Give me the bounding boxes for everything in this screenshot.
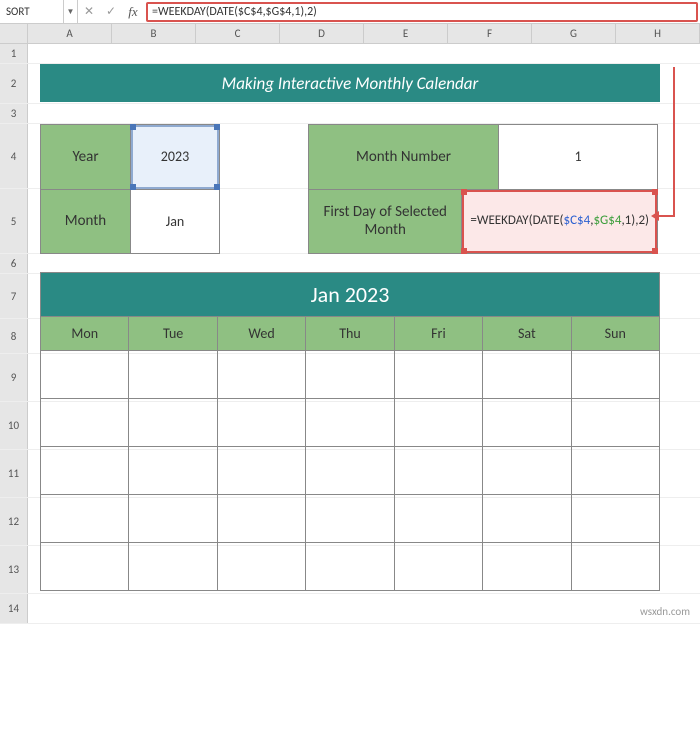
- row-header-5[interactable]: 5: [0, 189, 28, 253]
- calendar-cell[interactable]: [306, 447, 394, 494]
- calendar-cell[interactable]: [395, 447, 483, 494]
- row-header-12[interactable]: 12: [0, 498, 28, 545]
- calendar-cell[interactable]: [572, 351, 659, 398]
- calendar-cell[interactable]: [218, 495, 306, 542]
- calendar-cell[interactable]: [572, 447, 659, 494]
- day-wed: Wed: [218, 317, 306, 350]
- annotation-arrow-head-icon: [651, 211, 659, 221]
- column-headers: A B C D E F G H: [0, 24, 700, 44]
- cancel-icon[interactable]: ✕: [78, 0, 100, 23]
- col-header-h[interactable]: H: [616, 24, 700, 43]
- day-mon: Mon: [41, 317, 129, 350]
- calendar-cell[interactable]: [395, 351, 483, 398]
- calendar-weekday-header: Mon Tue Wed Thu Fri Sat Sun: [41, 316, 659, 350]
- spreadsheet-grid[interactable]: 1 2 3 4 5 6 7 8 9 10 11 12 13 14 Making …: [0, 44, 700, 624]
- calendar-cell[interactable]: [483, 543, 571, 590]
- calendar-week-row: [41, 542, 659, 590]
- row-header-8[interactable]: 8: [0, 319, 28, 353]
- calendar-cell[interactable]: [218, 447, 306, 494]
- month-label: Month: [41, 190, 131, 254]
- calendar-week-row: [41, 398, 659, 446]
- col-header-d[interactable]: D: [280, 24, 364, 43]
- year-label: Year: [41, 125, 131, 189]
- formula-bar: SORT ▼ ✕ ✓ fx =WEEKDAY(DATE($C$4,$G$4,1)…: [0, 0, 700, 24]
- annotation-arrow-vertical: [673, 67, 675, 215]
- calendar-cell[interactable]: [572, 399, 659, 446]
- calendar-title: Jan 2023: [41, 273, 659, 316]
- col-header-e[interactable]: E: [364, 24, 448, 43]
- day-fri: Fri: [395, 317, 483, 350]
- name-box-dropdown[interactable]: ▼: [64, 0, 78, 23]
- row-header-1[interactable]: 1: [0, 44, 28, 63]
- row-header-13[interactable]: 13: [0, 546, 28, 593]
- calendar-cell[interactable]: [395, 543, 483, 590]
- annotation-arrow-horizontal: [657, 215, 675, 217]
- calendar-cell[interactable]: [129, 495, 217, 542]
- row-header-2[interactable]: 2: [0, 64, 28, 103]
- col-header-a[interactable]: A: [28, 24, 112, 43]
- calendar-cell[interactable]: [129, 543, 217, 590]
- first-day-label: First Day of Selected Month: [309, 190, 462, 254]
- watermark: wsxdn.com: [640, 605, 690, 618]
- year-month-controls: Year 2023 Month Jan: [40, 124, 220, 254]
- row-header-9[interactable]: 9: [0, 354, 28, 401]
- month-number-controls: Month Number 1 First Day of Selected Mon…: [308, 124, 658, 254]
- calendar-cell[interactable]: [483, 399, 571, 446]
- day-sat: Sat: [483, 317, 571, 350]
- year-cell[interactable]: 2023: [131, 125, 219, 189]
- calendar-week-row: [41, 350, 659, 398]
- col-header-f[interactable]: F: [448, 24, 532, 43]
- formula-input[interactable]: =WEEKDAY(DATE($C$4,$G$4,1),2): [146, 2, 698, 22]
- calendar-cell[interactable]: [218, 351, 306, 398]
- calendar-cell[interactable]: [41, 495, 129, 542]
- page-title: Making Interactive Monthly Calendar: [40, 64, 660, 102]
- calendar-cell[interactable]: [483, 447, 571, 494]
- select-all-corner[interactable]: [0, 24, 28, 43]
- calendar-cell[interactable]: [41, 543, 129, 590]
- day-tue: Tue: [129, 317, 217, 350]
- month-number-label: Month Number: [309, 125, 499, 189]
- calendar-cell[interactable]: [129, 447, 217, 494]
- row-header-3[interactable]: 3: [0, 104, 28, 123]
- row-header-7[interactable]: 7: [0, 274, 28, 318]
- name-box[interactable]: SORT: [0, 0, 64, 23]
- row-header-4[interactable]: 4: [0, 124, 28, 188]
- calendar-cell[interactable]: [306, 495, 394, 542]
- calendar-cell[interactable]: [483, 351, 571, 398]
- calendar-cell[interactable]: [306, 543, 394, 590]
- calendar-week-row: [41, 446, 659, 494]
- calendar-cell[interactable]: [395, 495, 483, 542]
- row-header-11[interactable]: 11: [0, 450, 28, 497]
- col-header-c[interactable]: C: [196, 24, 280, 43]
- calendar-cell[interactable]: [306, 351, 394, 398]
- day-thu: Thu: [306, 317, 394, 350]
- calendar: Jan 2023 Mon Tue Wed Thu Fri Sat Sun: [40, 272, 660, 591]
- row-header-6[interactable]: 6: [0, 254, 28, 273]
- calendar-cell[interactable]: [41, 447, 129, 494]
- col-header-g[interactable]: G: [532, 24, 616, 43]
- col-header-b[interactable]: B: [112, 24, 196, 43]
- enter-icon[interactable]: ✓: [100, 0, 122, 23]
- calendar-cell[interactable]: [572, 543, 659, 590]
- calendar-cell[interactable]: [41, 351, 129, 398]
- calendar-cell[interactable]: [395, 399, 483, 446]
- calendar-cell[interactable]: [572, 495, 659, 542]
- row-header-10[interactable]: 10: [0, 402, 28, 449]
- day-sun: Sun: [572, 317, 659, 350]
- calendar-week-row: [41, 494, 659, 542]
- calendar-cell[interactable]: [41, 399, 129, 446]
- calendar-cell[interactable]: [129, 399, 217, 446]
- row-header-14[interactable]: 14: [0, 594, 28, 623]
- month-number-cell[interactable]: 1: [499, 125, 657, 189]
- calendar-cell[interactable]: [218, 543, 306, 590]
- month-cell[interactable]: Jan: [131, 190, 219, 254]
- calendar-cell[interactable]: [218, 399, 306, 446]
- calendar-cell[interactable]: [483, 495, 571, 542]
- fx-icon[interactable]: fx: [122, 0, 144, 23]
- first-day-cell-editing[interactable]: =WEEKDAY(DATE($C$4,$G$4,1),2): [462, 190, 657, 254]
- calendar-cell[interactable]: [129, 351, 217, 398]
- calendar-cell[interactable]: [306, 399, 394, 446]
- year-value: 2023: [161, 148, 189, 165]
